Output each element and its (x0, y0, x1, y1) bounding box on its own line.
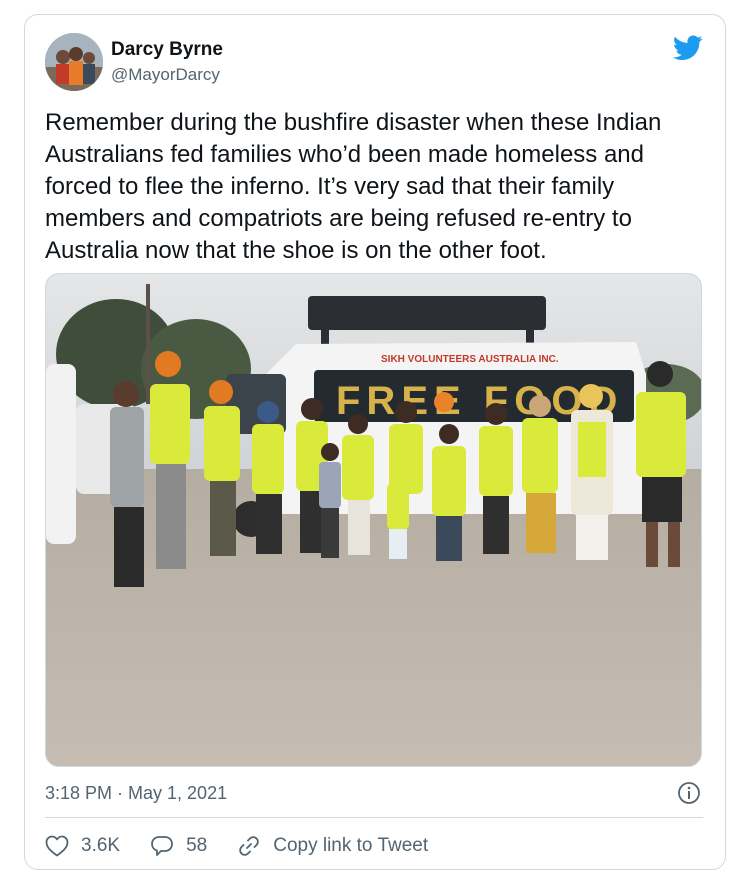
info-icon[interactable] (677, 781, 701, 805)
reply-bubble-icon (151, 836, 173, 856)
van-sign-text: SIKH VOLUNTEERS AUSTRALIA INC. (381, 354, 559, 365)
like-count: 3.6K (81, 835, 121, 856)
action-bar: 3.6K 58 Copy link to Tweet (45, 831, 458, 861)
tweet-photo[interactable]: SIKH VOLUNTEERS AUSTRALIA INC. FREE FOOD (45, 273, 702, 767)
tweet-card: Darcy Byrne @MayorDarcy Remember during … (24, 14, 726, 870)
tweet-timestamp[interactable]: 3:18 PM · May 1, 2021 (45, 783, 227, 804)
author-avatar[interactable] (45, 33, 103, 91)
twitter-bird-icon[interactable] (672, 35, 703, 61)
reply-button[interactable]: 58 (150, 834, 207, 858)
link-icon (239, 836, 259, 856)
author-display-name[interactable]: Darcy Byrne (111, 39, 223, 61)
copy-link-button[interactable]: Copy link to Tweet (237, 834, 428, 858)
like-button[interactable]: 3.6K (45, 835, 120, 857)
author-handle[interactable]: @MayorDarcy (111, 65, 220, 85)
divider (45, 817, 703, 818)
reply-count: 58 (186, 835, 208, 856)
heart-icon (45, 835, 69, 857)
tweet-text: Remember during the bushfire disaster wh… (45, 109, 662, 264)
copy-link-label: Copy link to Tweet (273, 835, 429, 856)
